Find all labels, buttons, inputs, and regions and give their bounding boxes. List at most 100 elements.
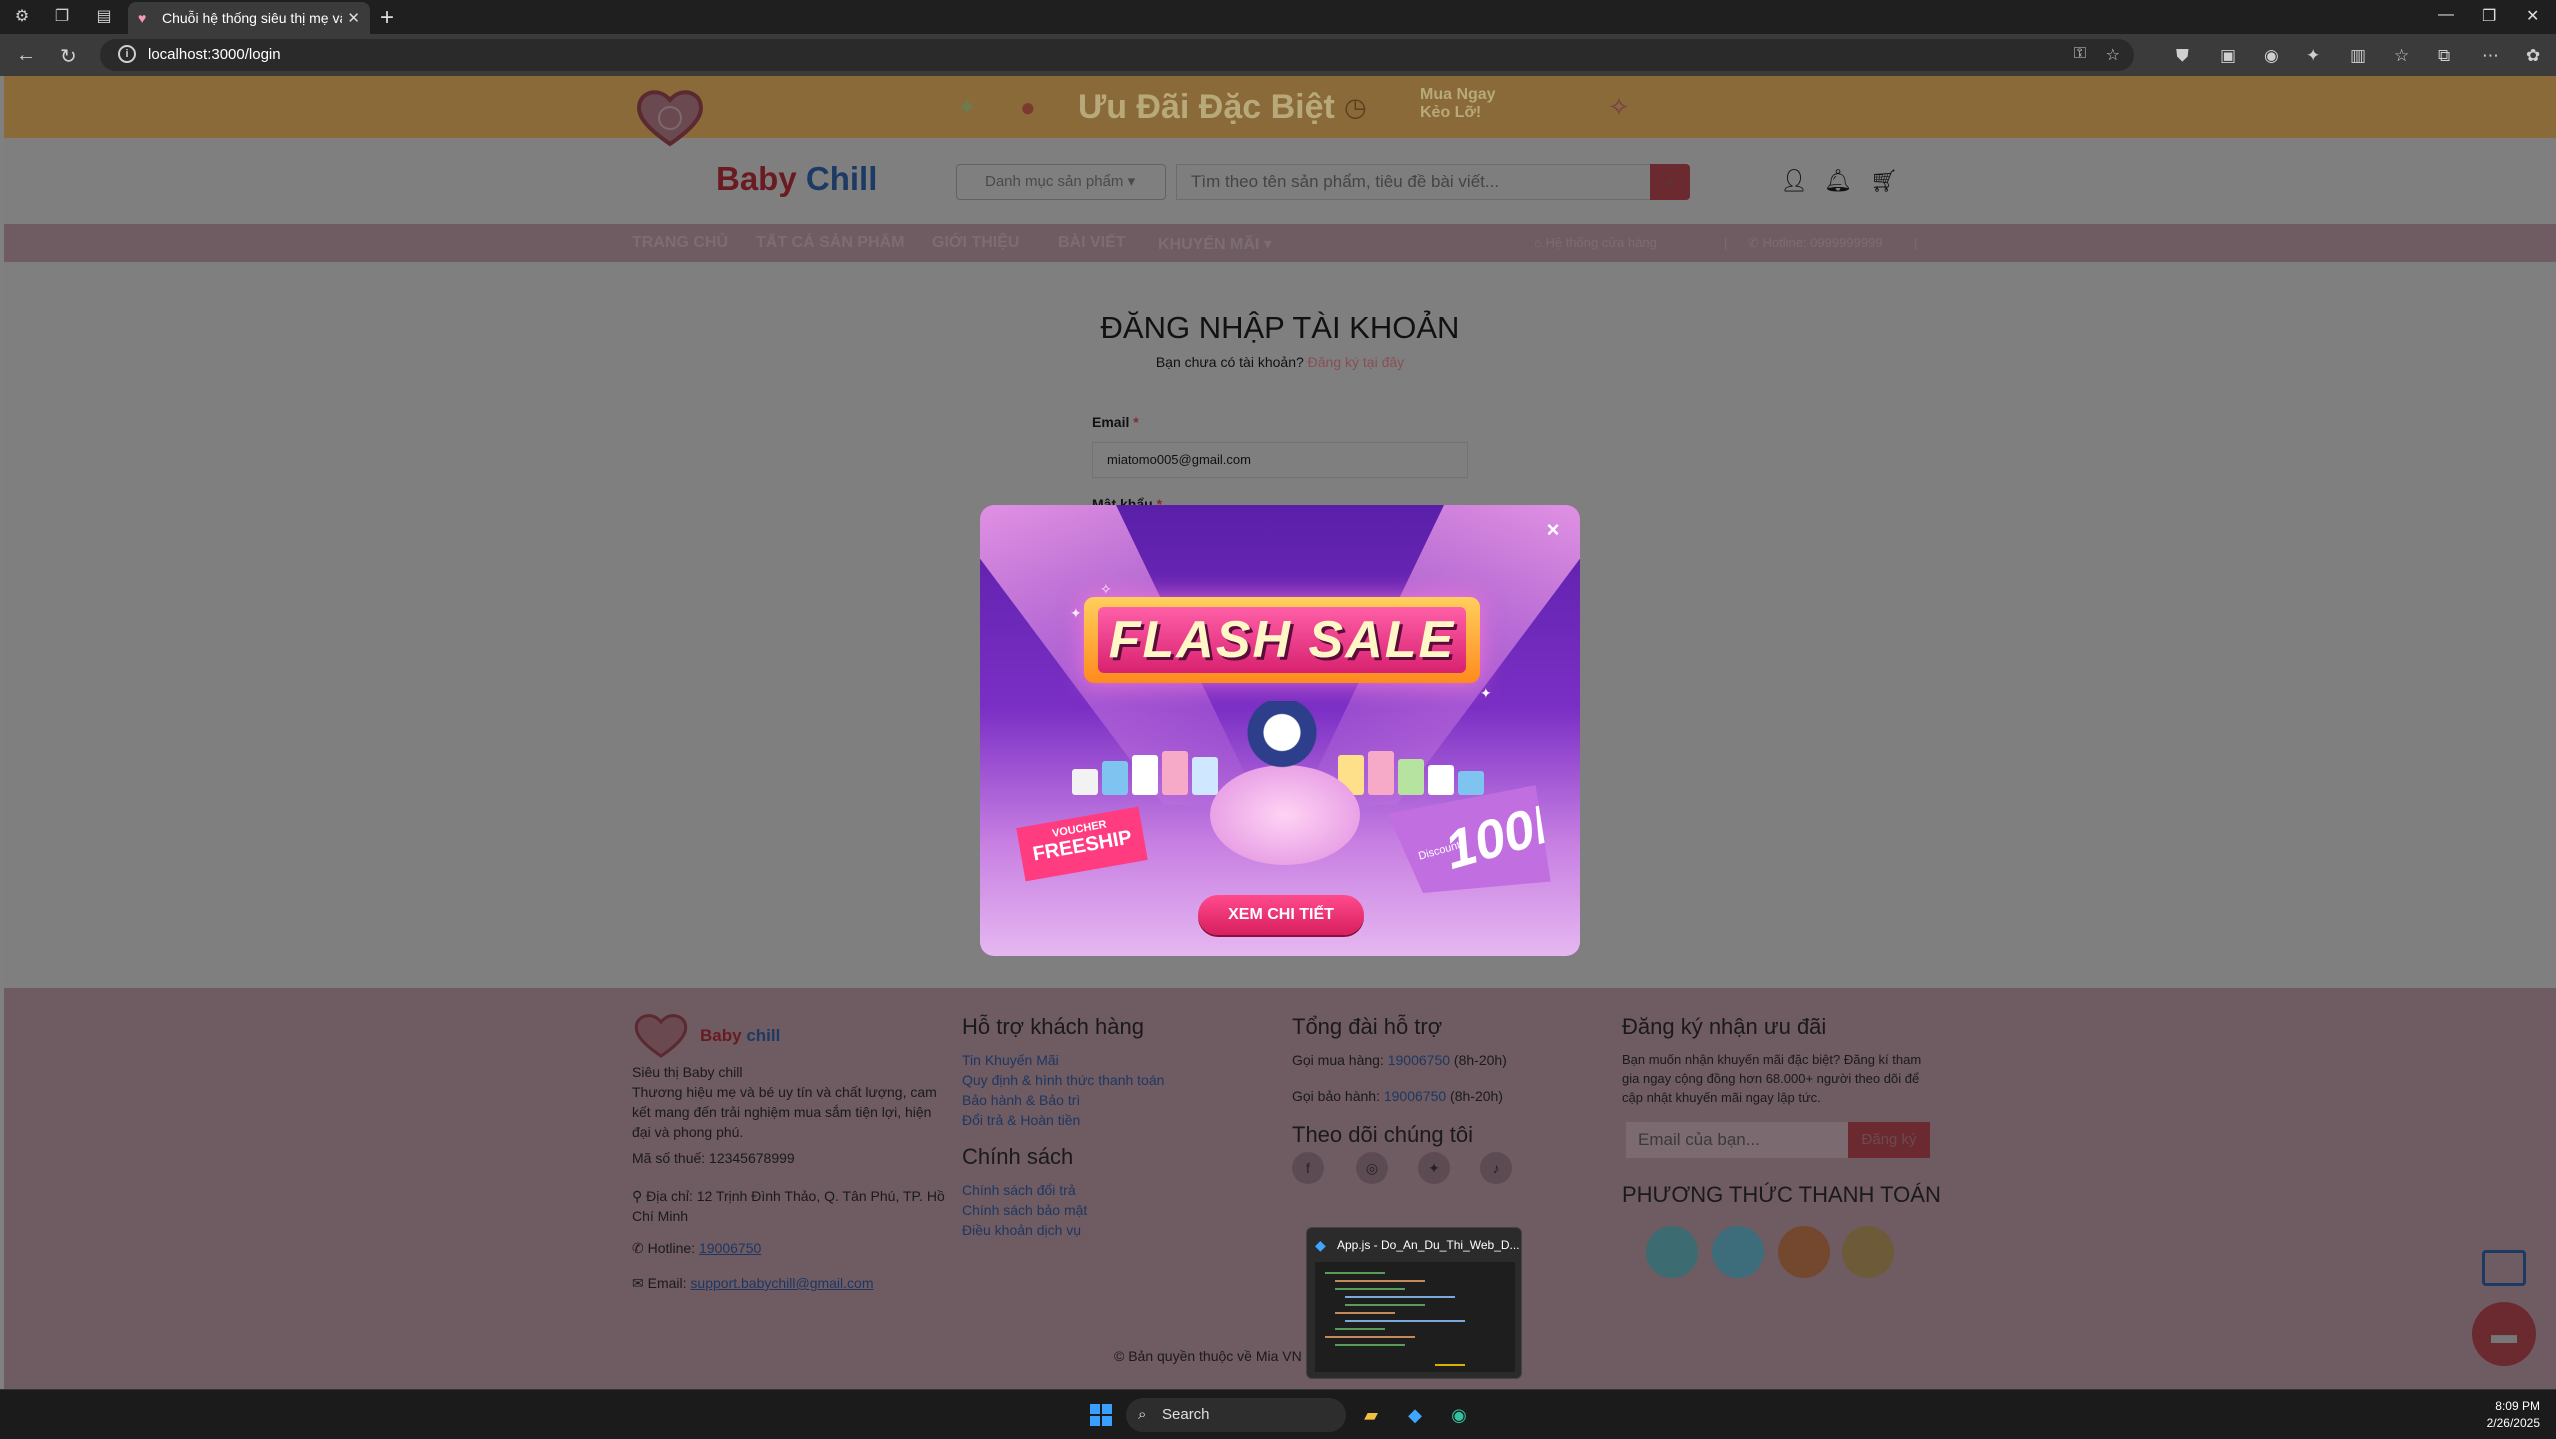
taskbar-search[interactable]: ⌕ Search (1126, 1398, 1346, 1432)
sparkle-icon-2: ✧ (1100, 581, 1112, 597)
close-tab-icon[interactable]: ✕ (347, 9, 360, 27)
brand-name[interactable]: Baby Chill (716, 160, 877, 198)
link-promotions-news[interactable]: Tin Khuyến Mãi (962, 1050, 1164, 1070)
search-input[interactable]: Tìm theo tên sản phẩm, tiêu đề bài viết.… (1176, 164, 1656, 200)
hotline-column: Tổng đài hỗ trợ Gọi mua hàng: 19006750 (… (1292, 1014, 1507, 1158)
copilot-icon[interactable]: ✿ (2526, 46, 2540, 66)
promo-cta-line1: Mua Ngay (1420, 86, 1496, 103)
shield-extension-icon[interactable]: ⛊ (2176, 46, 2189, 66)
category-dropdown-button[interactable]: Danh mục sản phẩm ▾ (956, 164, 1166, 200)
discount-big-text: 100K (1438, 787, 1579, 881)
search-button[interactable]: ⌕ (1650, 164, 1690, 200)
hotline-label: Hotline: 0999999999 (1762, 235, 1883, 250)
nav-promotions[interactable]: KHUYẾN MÃI ▾ (1158, 234, 1272, 254)
edge-browser-icon[interactable]: ◉ (1444, 1400, 1474, 1430)
link-terms[interactable]: Điều khoản dịch vụ (962, 1220, 1164, 1240)
tab-active[interactable]: ♥ Chuỗi hệ thống siêu thị mẹ và bé ✕ (128, 2, 370, 34)
clock-date: 2/26/2025 (2486, 1416, 2540, 1430)
newsletter-email-input[interactable]: Email của bạn... (1626, 1122, 1848, 1158)
collections-icon[interactable]: ⧉ (2438, 46, 2450, 66)
promo-banner[interactable]: ✦ ● Ưu Đãi Đặc Biệt ◷ Mua Ngay Kẻo Lỡ! ✧ (4, 76, 2556, 138)
babychill-logo-icon[interactable] (634, 88, 706, 148)
warranty-number-link[interactable]: 19006750 (1384, 1088, 1446, 1104)
view-details-button[interactable]: XEM CHI TIẾT (1198, 895, 1364, 935)
favorite-star-icon[interactable]: ☆ (2106, 45, 2120, 65)
workspaces-icon[interactable]: ❐ (52, 7, 72, 27)
clock-time: 8:09 PM (2495, 1399, 2540, 1413)
phone-icon: ✆ (632, 1240, 644, 1256)
instagram-icon[interactable]: ◎ (1356, 1152, 1388, 1184)
hotline-link[interactable]: ✆ Hotline: 0999999999 (1748, 235, 1883, 251)
brand-part-baby: Baby (716, 160, 797, 197)
category-button-label: Danh mục sản phẩm (985, 173, 1124, 190)
link-returns[interactable]: Đổi trả & Hoàn tiền (962, 1110, 1164, 1130)
warranty-label: Gọi bảo hành: (1292, 1088, 1380, 1104)
favorites-icon[interactable]: ☆ (2394, 46, 2409, 66)
minimize-icon[interactable]: — (2438, 6, 2454, 24)
buy-hours: (8h-20h) (1453, 1052, 1507, 1068)
system-clock[interactable]: 8:09 PM 2/26/2025 (2487, 1398, 2540, 1432)
chat-bubble-button[interactable]: ▬ (2472, 1302, 2536, 1366)
facebook-icon[interactable]: f (1292, 1152, 1324, 1184)
flash-sale-popup[interactable]: ✦ ✧ ✦ × FLASH SALE VOUCHER FREESHIP Disc… (980, 505, 1580, 956)
reload-icon[interactable]: ↻ (60, 44, 77, 69)
buy-number-link[interactable]: 19006750 (1388, 1052, 1450, 1068)
vscode-taskbar-icon[interactable]: ◆ (1400, 1400, 1430, 1430)
file-explorer-icon[interactable]: ▰ (1356, 1400, 1386, 1430)
taskbar-window-preview[interactable]: ◆ App.js - Do_An_Du_Thi_Web_D... (1306, 1227, 1522, 1379)
tiktok-icon[interactable]: ♪ (1480, 1152, 1512, 1184)
user-icon[interactable]: 👤︎ (1780, 168, 1808, 194)
nav-about[interactable]: GIỚI THIỆU (932, 234, 1019, 252)
split-screen-icon[interactable]: ▥ (2350, 46, 2366, 66)
nav-home[interactable]: TRANG CHỦ (632, 234, 728, 252)
link-warranty[interactable]: Bảo hành & Bảo trì (962, 1090, 1164, 1110)
newsletter-submit-button[interactable]: Đăng ký (1848, 1122, 1930, 1158)
vertical-tabs-icon[interactable]: ▤ (94, 7, 114, 27)
extension-2-icon[interactable]: ◉ (2264, 46, 2279, 66)
new-tab-icon[interactable]: + (380, 4, 394, 32)
browser-menu-icon[interactable]: ⚙ (12, 7, 32, 27)
footer-brand-chill: chill (746, 1026, 781, 1045)
site-info-icon[interactable]: i (118, 45, 136, 63)
restore-icon[interactable]: ❐ (2482, 6, 2496, 26)
payment-bank-icon (1842, 1226, 1894, 1278)
windows-start-icon[interactable] (1090, 1404, 1112, 1426)
email-field[interactable]: miatomo005@gmail.com (1092, 442, 1468, 478)
nav-articles[interactable]: BÀI VIẾT (1058, 234, 1126, 252)
nav-promotions-label: KHUYẾN MÃI (1158, 236, 1260, 253)
key-icon[interactable]: ⚿ (2074, 45, 2086, 63)
envelope-icon: ✉ (632, 1275, 644, 1291)
link-privacy-policy[interactable]: Chính sách bảo mật (962, 1200, 1164, 1220)
nav-all-products[interactable]: TẤT CẢ SẢN PHẨM (756, 234, 904, 252)
url-field[interactable]: i localhost:3000/login ⚿ ☆ (100, 39, 2134, 71)
extension-icon[interactable]: ▣ (2220, 46, 2236, 66)
hotline-number-link[interactable]: 19006750 (699, 1240, 761, 1256)
cart-icon[interactable]: 🛒︎ (1870, 168, 1898, 194)
footer-email: ✉ Email: support.babychill@gmail.com (632, 1275, 874, 1292)
twitter-icon[interactable]: ✦ (1418, 1152, 1450, 1184)
message-icon[interactable] (2482, 1250, 2526, 1286)
close-popup-button[interactable]: × (1540, 517, 1566, 543)
footer-about: Siêu thị Baby chill Thương hiệu mẹ và bé… (632, 1062, 942, 1142)
flash-sale-banner: FLASH SALE (1084, 597, 1480, 683)
no-account-text: Bạn chưa có tài khoản? (1155, 354, 1304, 370)
balloon-decor-icon: ● (1020, 92, 1036, 122)
link-payment-rules[interactable]: Quy định & hình thức thanh toán (962, 1070, 1164, 1090)
store-system-link[interactable]: ⌂ Hệ thống cửa hàng (1534, 235, 1657, 250)
hotline-title: Tổng đài hỗ trợ (1292, 1014, 1443, 1039)
clock-decor-icon: ◷ (1344, 92, 1367, 122)
close-window-icon[interactable]: ✕ (2526, 6, 2539, 26)
newsletter-column: Đăng ký nhận ưu đãi Bạn muốn nhận khuyến… (1622, 1014, 1932, 1107)
puzzle-icon[interactable]: ✦ (2306, 46, 2320, 66)
divider: | (1724, 235, 1728, 250)
back-icon[interactable]: ← (16, 44, 36, 67)
link-return-policy[interactable]: Chính sách đổi trả (962, 1180, 1164, 1200)
support-email-link[interactable]: support.babychill@gmail.com (690, 1275, 873, 1291)
bell-icon[interactable]: 🔔︎ (1824, 168, 1852, 194)
footer-logo-icon[interactable] (632, 1012, 690, 1058)
divider-2: | (1914, 235, 1918, 250)
address-text: Địa chỉ: 12 Trịnh Đình Thảo, Q. Tân Phú,… (632, 1188, 945, 1224)
register-link[interactable]: Đăng ký tại đây (1308, 354, 1405, 370)
more-icon[interactable]: ⋯ (2482, 46, 2499, 66)
search-icon: ⌕ (1665, 173, 1675, 190)
